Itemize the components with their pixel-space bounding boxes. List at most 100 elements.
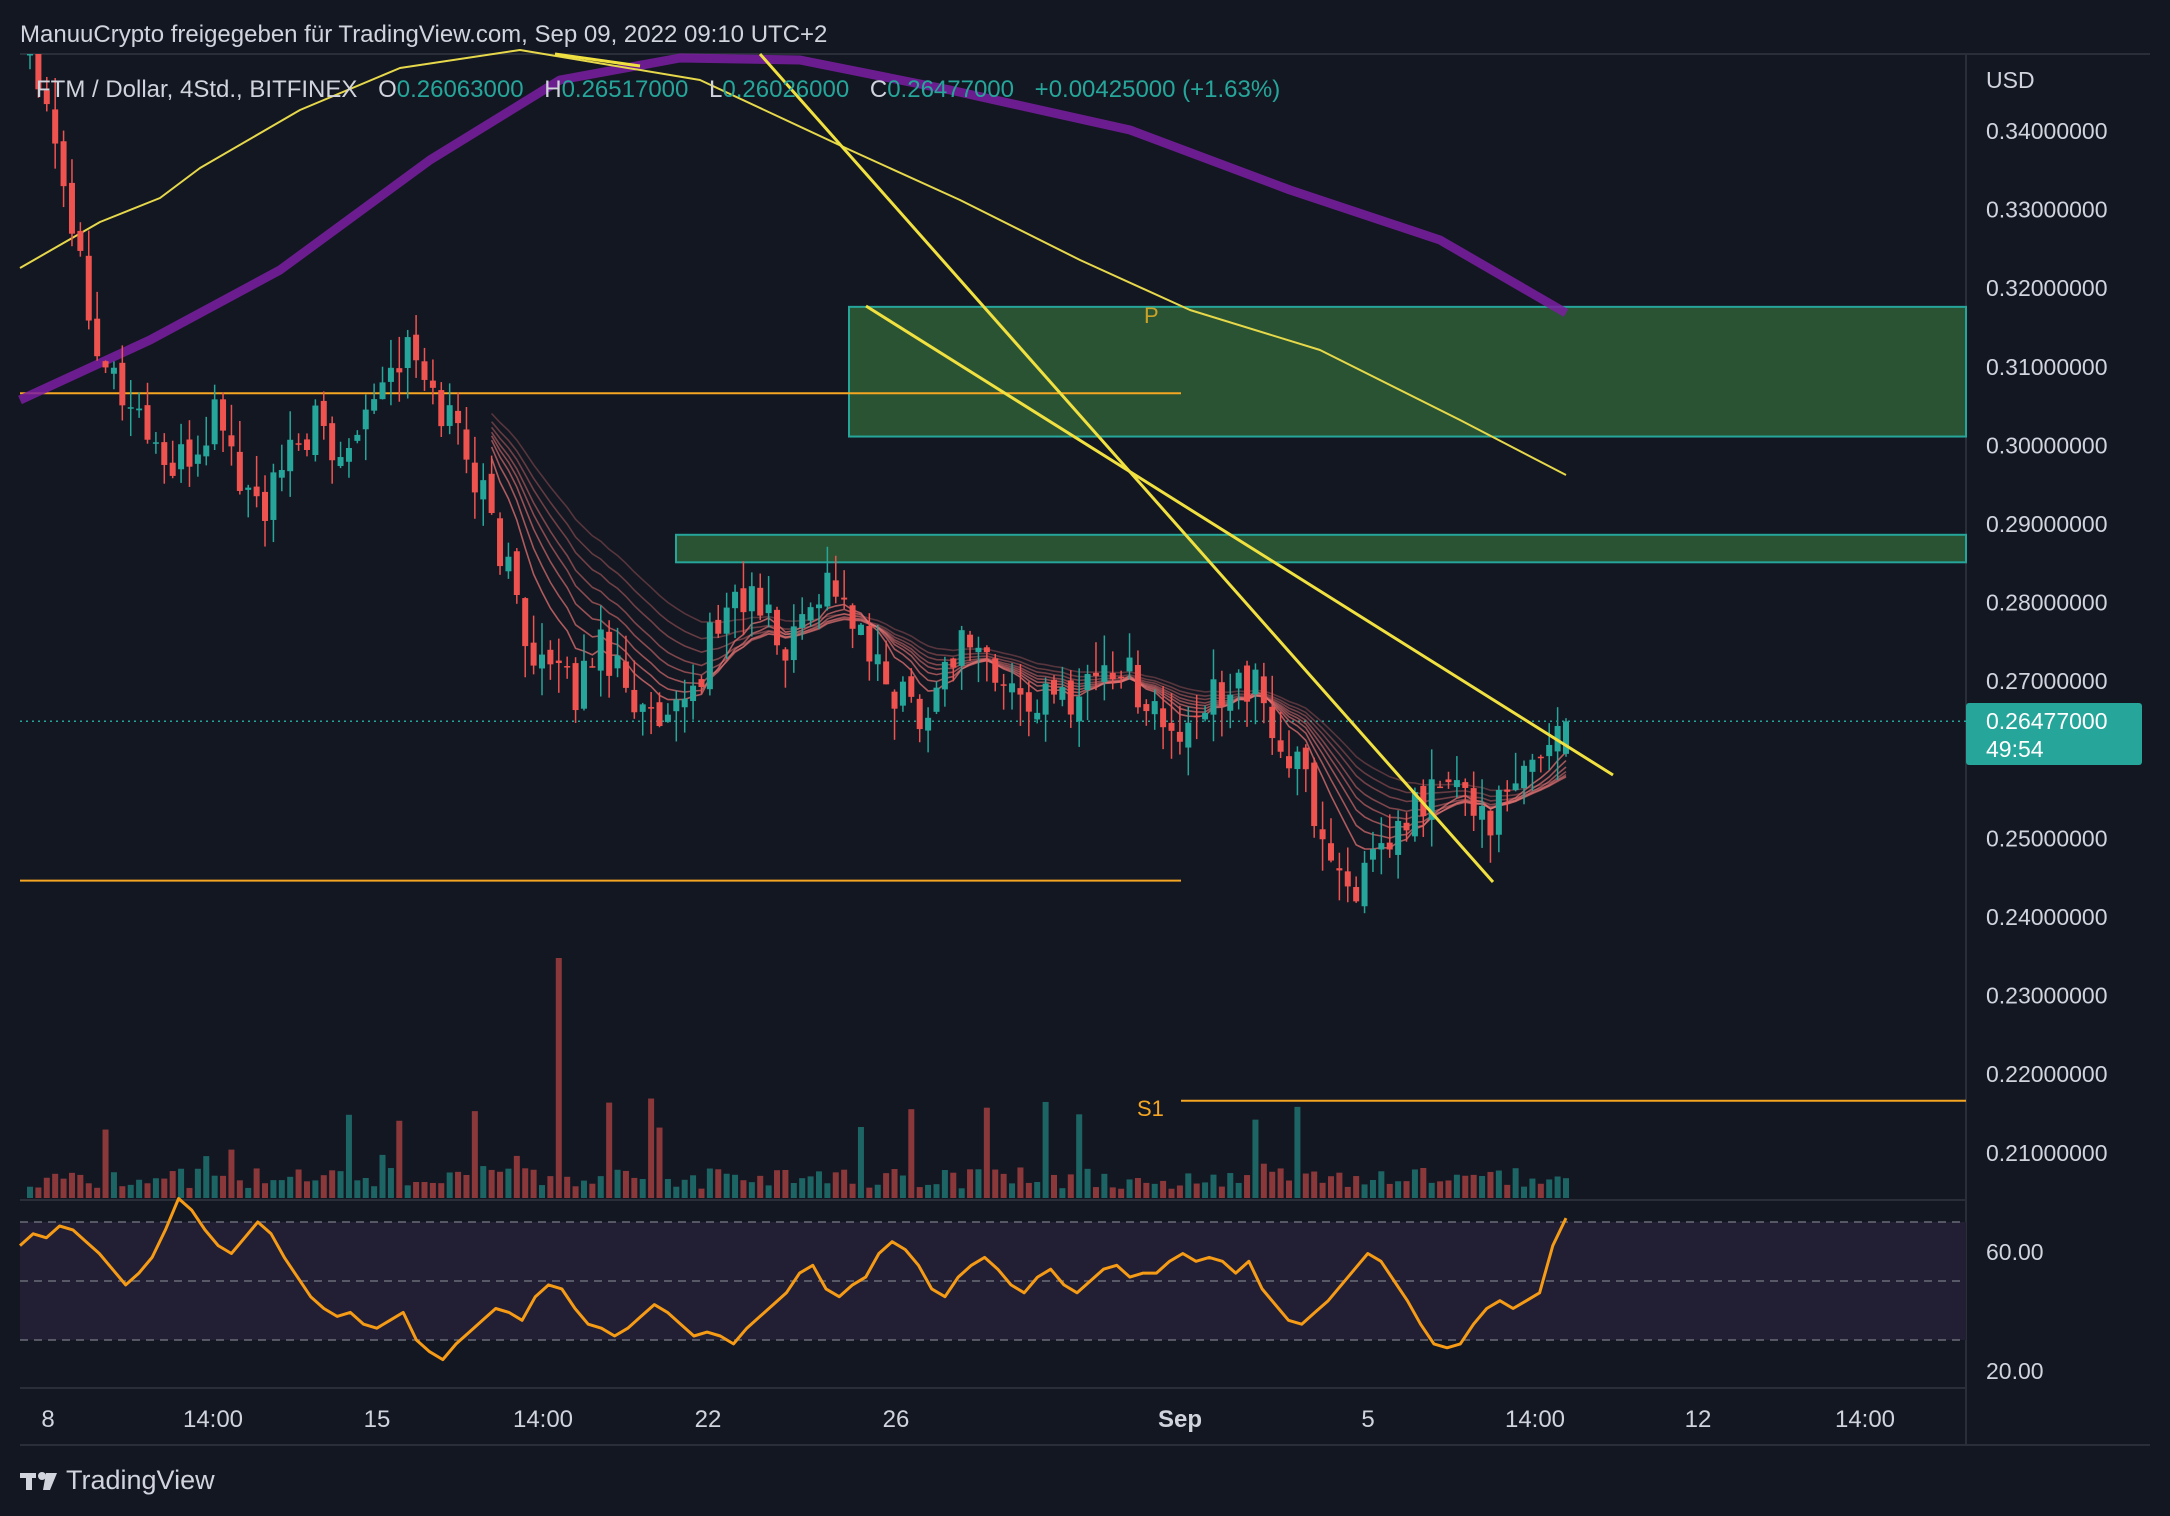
candle-body	[606, 631, 613, 676]
volume-bar	[1277, 1168, 1284, 1198]
volume-bar	[471, 1111, 478, 1198]
tradingview-logo-icon[interactable]	[20, 1472, 57, 1490]
volume-bar	[1193, 1183, 1200, 1198]
volume-bar	[1160, 1180, 1167, 1198]
volume-bar	[1042, 1101, 1049, 1198]
candle-body	[1076, 696, 1083, 722]
time-tick-label: 14:00	[1835, 1406, 1895, 1433]
volume-bar	[186, 1187, 193, 1198]
candle-body	[262, 491, 269, 521]
volume-bar	[1470, 1174, 1477, 1198]
tradingview-brand[interactable]: TradingView	[66, 1465, 215, 1495]
candle-body	[1395, 820, 1402, 855]
volume-bar	[68, 1172, 75, 1198]
legend-change: +0.00425000 (+1.63%)	[1035, 76, 1281, 103]
trading-chart[interactable]: 0.34000000 0.33000000 0.32000000 0.31000000…	[0, 0, 2170, 1516]
candle-body	[1411, 791, 1418, 837]
candle-body	[622, 661, 629, 688]
volume-bar	[463, 1175, 470, 1198]
candle-body	[899, 681, 906, 706]
volume-bar	[857, 1127, 864, 1198]
candle-body	[757, 587, 764, 616]
volume-bar	[824, 1183, 831, 1198]
candle-body	[186, 439, 193, 467]
price-tick-label: 0.25000000	[1986, 825, 2108, 851]
volume-bar	[530, 1169, 537, 1198]
volume-bar	[110, 1172, 117, 1198]
volume-bar	[1411, 1169, 1418, 1198]
volume-bar	[178, 1168, 185, 1198]
candle-body	[513, 551, 520, 596]
volume-bar	[706, 1168, 713, 1198]
candle-body	[1185, 722, 1192, 748]
candle-body	[1244, 665, 1251, 702]
candle-body	[799, 614, 806, 628]
candle-body	[270, 472, 277, 520]
candle-body	[925, 717, 932, 731]
volume-bar	[639, 1179, 646, 1198]
candle-body	[27, 54, 33, 56]
candle-body	[387, 367, 394, 382]
volume-bar	[899, 1175, 906, 1198]
candle-body	[580, 660, 587, 709]
candle-body	[933, 687, 940, 712]
candle-body	[648, 707, 655, 709]
volume-bar	[883, 1173, 890, 1198]
volume-bar	[1134, 1178, 1141, 1198]
volume-bar	[236, 1180, 243, 1198]
candle-body	[706, 622, 713, 690]
candle-body	[194, 454, 201, 464]
time-tick-label: 22	[695, 1406, 722, 1433]
volume-bar	[774, 1170, 781, 1198]
volume-bar	[228, 1149, 235, 1198]
candle-body	[1176, 731, 1183, 742]
candle-body	[740, 588, 747, 613]
volume-bar	[958, 1188, 965, 1198]
candle-body	[1134, 664, 1141, 708]
volume-bar	[1151, 1183, 1158, 1198]
volume-bar	[555, 958, 562, 1198]
volume-bar	[1369, 1179, 1376, 1198]
volume-bar	[597, 1176, 604, 1198]
legend-o-label: O	[378, 76, 397, 103]
volume-bar	[1059, 1188, 1066, 1198]
candle-body	[1487, 810, 1494, 836]
price-pane[interactable]	[20, 54, 1966, 1200]
volume-bar	[1235, 1182, 1242, 1198]
volume-bar	[715, 1169, 722, 1198]
candle-body	[1084, 673, 1091, 690]
candle-body	[1235, 672, 1242, 689]
volume-bar	[513, 1155, 520, 1198]
volume-bar	[1344, 1186, 1351, 1198]
candle-body	[1277, 740, 1284, 752]
time-axis[interactable]: 8 14:00 15 14:00 22 26 Sep 5 14:00 12 14:00	[41, 1406, 1895, 1433]
candle-body	[1453, 780, 1460, 788]
candle-body	[547, 649, 554, 665]
volume-bar	[967, 1169, 974, 1198]
price-axis[interactable]: 0.34000000 0.33000000 0.32000000 0.31000000…	[1986, 118, 2108, 1166]
attribution-text: ManuuCrypto freigegeben für TradingView.…	[20, 21, 827, 48]
candle-body	[1521, 765, 1528, 789]
legend-l-label: L	[709, 76, 722, 103]
candle-body	[1218, 682, 1225, 706]
volume-bar	[866, 1187, 873, 1198]
volume-bar	[925, 1184, 932, 1198]
volume-bar	[1286, 1180, 1293, 1198]
candle-body	[597, 629, 604, 671]
volume-bar	[1302, 1173, 1309, 1198]
candle-body	[488, 473, 495, 513]
candle-body	[1168, 722, 1175, 731]
volume-bar	[690, 1175, 697, 1198]
candle-body	[916, 698, 923, 730]
rsi-tick-20: 20.00	[1986, 1358, 2044, 1384]
candle-body	[690, 685, 697, 702]
legend-symbol: FTM / Dollar, 4Std., BITFINEX O0.2606300…	[36, 76, 1280, 103]
candle-body	[1059, 687, 1066, 700]
volume-bar	[1294, 1106, 1301, 1198]
time-tick-label: Sep	[1158, 1406, 1202, 1433]
candle-body	[455, 410, 462, 424]
volume-bar	[874, 1184, 881, 1198]
volume-bar	[547, 1176, 554, 1198]
volume-bar	[1327, 1176, 1334, 1198]
volume-bar	[1202, 1182, 1209, 1198]
